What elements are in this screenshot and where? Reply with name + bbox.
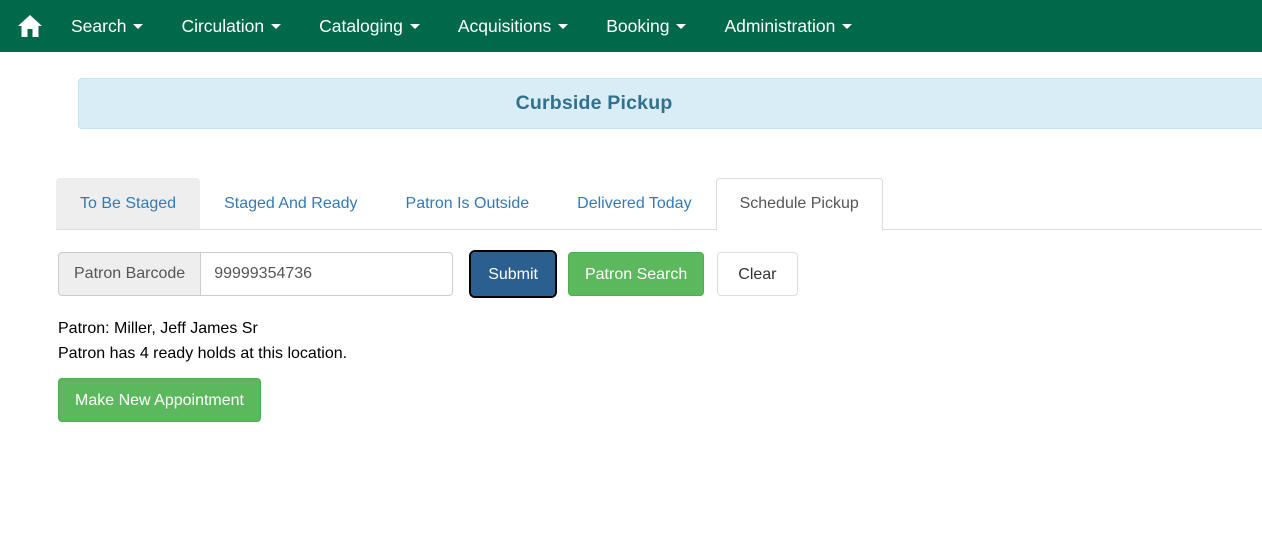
nav-item-administration[interactable]: Administration: [705, 0, 871, 52]
page-title: Curbside Pickup: [515, 92, 673, 114]
nav-item-cataloging[interactable]: Cataloging: [300, 0, 439, 52]
barcode-input-group: Patron Barcode: [58, 252, 454, 296]
nav-item-label: Acquisitions: [457, 16, 552, 36]
submit-button[interactable]: Submit: [469, 250, 557, 298]
tab-label: Delivered Today: [577, 195, 692, 212]
tab-to-be-staged[interactable]: To Be Staged: [56, 178, 201, 230]
nav-item-label: Cataloging: [319, 16, 403, 36]
tab-staged-and-ready[interactable]: Staged And Ready: [200, 178, 381, 230]
tab-schedule-pickup[interactable]: Schedule Pickup: [715, 178, 883, 231]
tab-list: To Be Staged Staged And Ready Patron Is …: [56, 174, 1262, 231]
chevron-down-icon: [676, 23, 687, 29]
home-icon[interactable]: [8, 0, 52, 52]
tab-label: Patron Is Outside: [405, 195, 530, 212]
patron-barcode-form: Patron Barcode Submit Patron Search Clea…: [58, 250, 1262, 298]
page-container: Curbside Pickup To Be Staged Staged And …: [0, 52, 1262, 422]
clear-button[interactable]: Clear: [717, 252, 798, 296]
tab-label: Schedule Pickup: [739, 195, 859, 212]
patron-barcode-label: Patron Barcode: [58, 252, 201, 296]
nav-item-label: Search: [71, 16, 127, 36]
nav-item-label: Booking: [606, 16, 670, 36]
nav-item-acquisitions[interactable]: Acquisitions: [439, 0, 587, 52]
chevron-down-icon: [409, 23, 420, 29]
nav-item-booking[interactable]: Booking: [587, 0, 705, 52]
nav-item-search[interactable]: Search: [52, 0, 162, 52]
page-banner: Curbside Pickup: [78, 78, 1262, 129]
chevron-down-icon: [271, 23, 282, 29]
chevron-down-icon: [558, 23, 569, 29]
tab-patron-is-outside[interactable]: Patron Is Outside: [382, 178, 554, 230]
chevron-down-icon: [133, 23, 144, 29]
tab-label: Staged And Ready: [224, 195, 358, 212]
tabs-container: To Be Staged Staged And Ready Patron Is …: [56, 174, 1262, 231]
chevron-down-icon: [842, 23, 853, 29]
nav-item-label: Administration: [724, 16, 836, 36]
patron-name-line: Patron: Miller, Jeff James Sr: [58, 320, 258, 337]
nav-item-label: Circulation: [181, 16, 265, 36]
patron-info: Patron: Miller, Jeff James Sr Patron has…: [58, 316, 1262, 366]
nav-item-circulation[interactable]: Circulation: [162, 0, 300, 52]
patron-holds-line: Patron has 4 ready holds at this locatio…: [58, 345, 348, 362]
patron-search-button[interactable]: Patron Search: [567, 252, 705, 296]
make-new-appointment-button[interactable]: Make New Appointment: [58, 378, 261, 422]
tab-delivered-today[interactable]: Delivered Today: [553, 178, 715, 230]
patron-barcode-input[interactable]: [200, 252, 454, 296]
main-navbar: Search Circulation Cataloging Acquisitio…: [0, 0, 1262, 52]
tab-label: To Be Staged: [80, 195, 177, 212]
